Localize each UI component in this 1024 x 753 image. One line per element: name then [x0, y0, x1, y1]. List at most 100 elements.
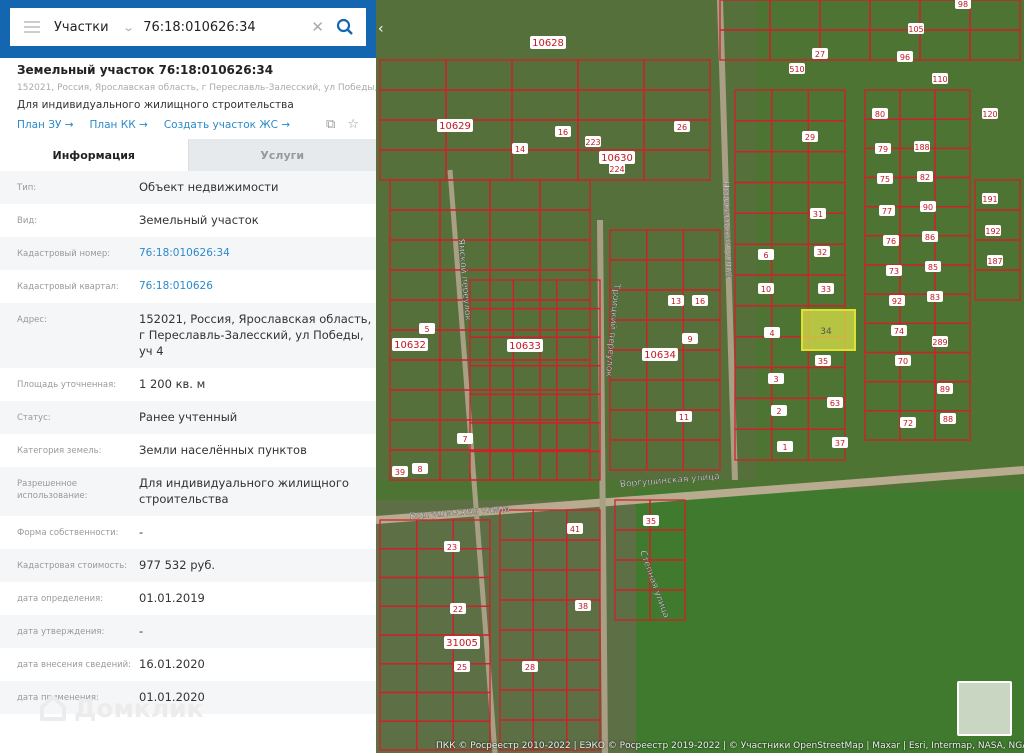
plan-kk-link[interactable]: План КК →	[90, 119, 148, 131]
svg-text:10629: 10629	[439, 121, 471, 132]
plot-label: 10	[758, 283, 774, 294]
plot-label: 82	[917, 171, 933, 182]
search-icon[interactable]	[336, 18, 354, 36]
svg-text:10628: 10628	[532, 38, 564, 49]
plot-label: 29	[802, 131, 818, 142]
svg-text:77: 77	[882, 207, 892, 216]
row-value: 16.01.2020	[139, 657, 205, 671]
document-search-icon[interactable]: ⧉	[326, 117, 335, 132]
svg-text:26: 26	[677, 123, 687, 132]
info-row: дата определения: 01.01.2019	[0, 582, 376, 615]
svg-text:37: 37	[835, 439, 845, 448]
object-address: 152021, Россия, Ярославская область, г П…	[17, 83, 376, 93]
create-plot-link[interactable]: Создать участок ЖС →	[164, 119, 290, 131]
row-value: Объект недвижимости	[139, 180, 279, 194]
plot-label: 26	[674, 121, 690, 132]
row-value: Ранее учтенный	[139, 410, 238, 424]
plot-label: 92	[889, 295, 905, 306]
svg-text:83: 83	[930, 293, 940, 302]
quarter-label: 10628	[530, 36, 566, 49]
svg-text:76: 76	[886, 237, 896, 246]
row-value: 01.01.2019	[139, 591, 205, 605]
object-title: Земельный участок 76:18:010626:34	[17, 63, 274, 77]
category-select[interactable]: Участки	[54, 20, 124, 35]
plot-label: 85	[925, 261, 941, 272]
plot-label: 73	[886, 265, 902, 276]
plot-label: 14	[512, 143, 528, 154]
village-area	[376, 500, 636, 753]
plot-label: 98	[955, 0, 971, 9]
svg-text:191: 191	[982, 195, 997, 204]
row-label: дата определения:	[17, 594, 104, 604]
row-value: 152021, Россия, Ярославская область, г П…	[139, 312, 372, 358]
plot-label: 88	[940, 413, 956, 424]
quarter-label: 10633	[507, 339, 543, 352]
layer-switcher-button[interactable]	[957, 681, 1012, 736]
tab-info[interactable]: Информация	[0, 139, 188, 171]
search-bar: Участки ⌄ 76:18:010626:34 ✕	[0, 0, 376, 58]
star-icon[interactable]: ☆	[347, 117, 359, 132]
collapse-panel-button[interactable]: ‹	[378, 0, 392, 58]
plot-label: 3	[768, 373, 784, 384]
row-label: дата утверждения:	[17, 627, 105, 637]
svg-text:79: 79	[878, 145, 888, 154]
plan-zu-link[interactable]: План ЗУ →	[17, 119, 74, 131]
svg-text:96: 96	[900, 53, 910, 62]
svg-text:75: 75	[880, 175, 890, 184]
plot-label: 25	[454, 661, 470, 672]
svg-text:3: 3	[773, 375, 778, 384]
plot-label: 86	[922, 231, 938, 242]
info-row: Площадь уточненная: 1 200 кв. м	[0, 368, 376, 401]
row-label: Кадастровая стоимость:	[17, 561, 128, 571]
svg-text:28: 28	[525, 663, 535, 672]
quarter-label: 10632	[392, 338, 428, 351]
svg-text:192: 192	[985, 227, 1000, 236]
svg-text:8: 8	[417, 465, 422, 474]
tab-services[interactable]: Услуги	[187, 139, 376, 171]
chevron-down-icon[interactable]: ⌄	[122, 21, 135, 34]
svg-text:89: 89	[940, 385, 950, 394]
svg-text:23: 23	[447, 543, 457, 552]
svg-text:10632: 10632	[394, 340, 426, 351]
house-icon	[40, 695, 66, 721]
plot-label: 76	[883, 235, 899, 246]
quarter-label: 31005	[444, 636, 480, 649]
plot-label: 79	[875, 143, 891, 154]
svg-text:74: 74	[894, 327, 904, 336]
plot-label: 35	[643, 515, 659, 526]
clear-icon[interactable]: ✕	[311, 18, 324, 36]
plot-label: 89	[937, 383, 953, 394]
row-value[interactable]: 76:18:010626	[139, 278, 376, 294]
row-value: Земли населённых пунктов	[139, 443, 307, 457]
svg-text:73: 73	[889, 267, 899, 276]
row-label: Адрес:	[17, 315, 47, 325]
svg-text:7: 7	[462, 435, 467, 444]
svg-text:6: 6	[763, 251, 768, 260]
svg-text:105: 105	[908, 25, 923, 34]
plot-label: 31	[810, 208, 826, 219]
plot-label: 2	[771, 405, 787, 416]
row-value[interactable]: 76:18:010626:34	[139, 245, 376, 261]
svg-text:16: 16	[695, 297, 705, 306]
info-row: дата внесения сведений: 16.01.2020	[0, 648, 376, 681]
info-row: Разрешенное использование: Для индивидуал…	[0, 467, 376, 516]
svg-text:223: 223	[585, 138, 600, 147]
plot-label: 39	[392, 466, 408, 477]
plot-label: 27	[812, 48, 828, 59]
plot-label: 72	[900, 417, 916, 428]
search-input[interactable]: 76:18:010626:34	[143, 20, 311, 35]
svg-text:82: 82	[920, 173, 930, 182]
info-row: Адрес: 152021, Россия, Ярославская област…	[0, 303, 376, 368]
plot-label: 6	[758, 249, 774, 260]
svg-text:4: 4	[769, 329, 774, 338]
svg-text:33: 33	[821, 285, 831, 294]
svg-text:16: 16	[558, 128, 568, 137]
plot-label: 191	[982, 193, 998, 204]
row-label: Кадастровый квартал:	[17, 282, 119, 292]
menu-icon[interactable]	[24, 21, 40, 33]
svg-text:72: 72	[903, 419, 913, 428]
row-value: Земельный участок	[139, 213, 259, 227]
svg-text:11: 11	[679, 413, 689, 422]
svg-text:10633: 10633	[509, 341, 541, 352]
plot-label: 16	[555, 126, 571, 137]
